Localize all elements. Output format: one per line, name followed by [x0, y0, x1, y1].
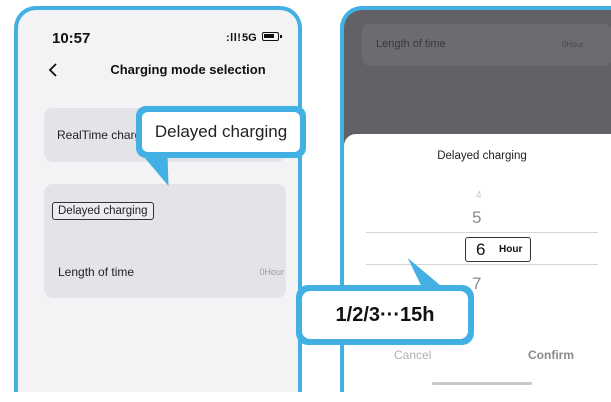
back-chevron-icon[interactable] — [46, 62, 60, 78]
annotation-bubble-text: Delayed charging — [142, 112, 300, 152]
dimmed-length-card: Length of time 0Hour — [362, 24, 611, 66]
wheel-option[interactable]: 4 — [476, 190, 482, 201]
sheet-title: Delayed charging — [437, 150, 527, 162]
selected-hour-value: 6 — [476, 240, 486, 259]
battery-icon — [262, 32, 282, 41]
signal-icon: :ll! — [226, 32, 242, 44]
hour-range-text: 1/2/3···15h — [302, 291, 468, 339]
wheel-option[interactable]: 7 — [472, 274, 481, 294]
wheel-option[interactable]: 5 — [472, 208, 481, 228]
delayed-charging-chip[interactable]: Delayed charging — [52, 202, 154, 220]
home-indicator — [432, 382, 532, 385]
dimmed-length-value: 0Hour — [562, 40, 584, 49]
hour-range-callout: 1/2/3···15h — [296, 285, 474, 345]
selected-hour-unit: Hour — [499, 244, 523, 255]
annotation-bubble: Delayed charging — [136, 106, 306, 158]
status-time: 10:57 — [52, 30, 91, 47]
length-of-time-value[interactable]: 0Hour — [259, 267, 284, 277]
length-of-time-label: Length of time — [58, 265, 135, 279]
confirm-button[interactable]: Confirm — [528, 348, 574, 362]
dimmed-length-label: Length of time — [376, 38, 446, 50]
network-type: 5G — [242, 32, 257, 44]
left-phone-screen: 10:57 :ll! 5G Charging mode selection Re… — [14, 6, 302, 392]
selection-divider — [366, 232, 598, 233]
delayed-charging-option[interactable]: Delayed charging Length of time 0Hour — [44, 184, 286, 298]
cancel-button[interactable]: Cancel — [394, 348, 431, 362]
picker-sheet: Delayed charging 4 5 6 Hour 7 Cancel Con… — [344, 134, 611, 392]
selected-hour-box[interactable]: 6 Hour — [465, 237, 531, 262]
page-title: Charging mode selection — [110, 62, 266, 77]
